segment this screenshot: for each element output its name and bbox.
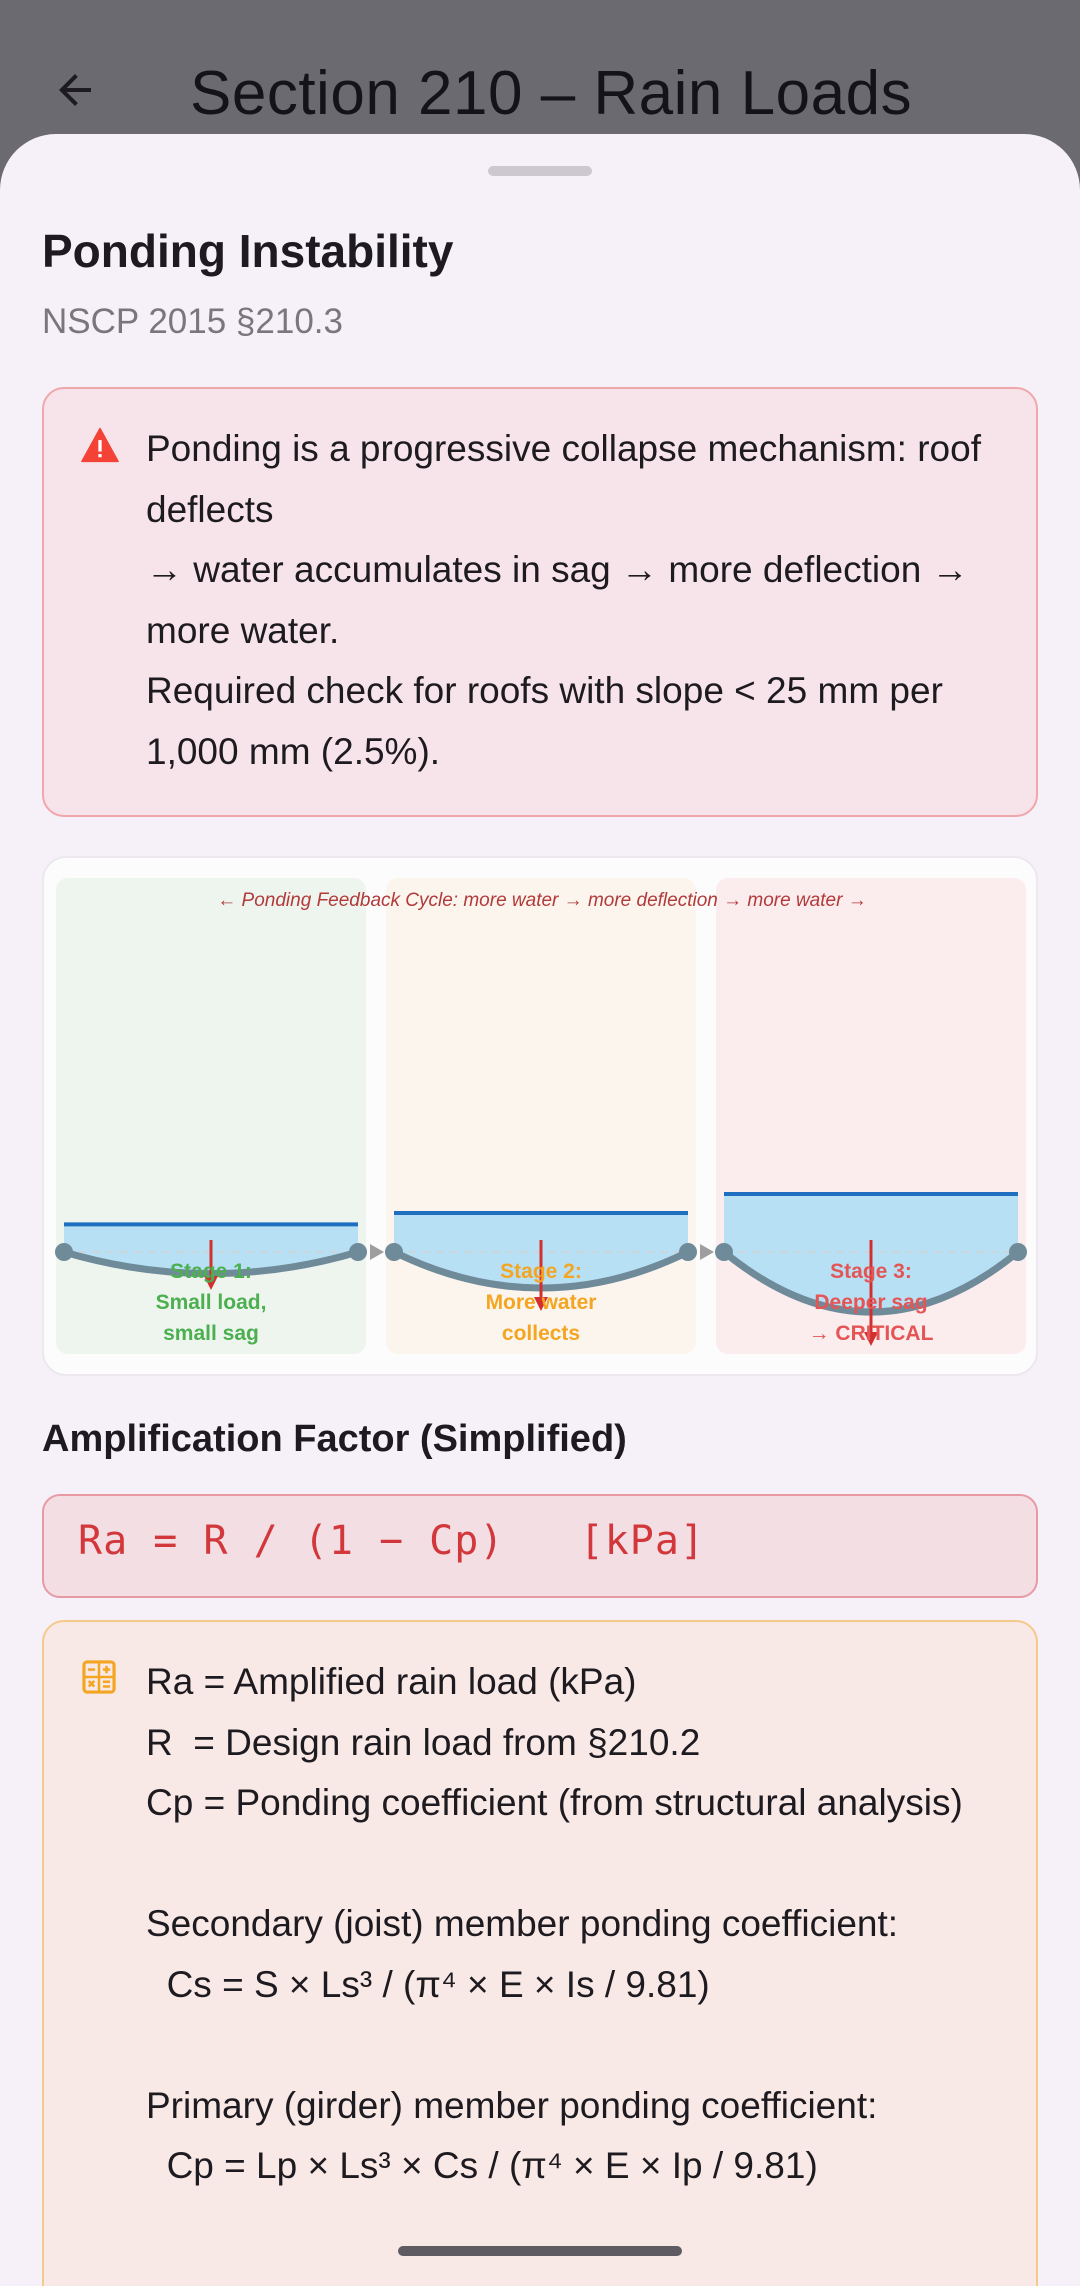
stage-label: Stage 3: <box>830 1260 912 1283</box>
stage-label: Stage 2: <box>500 1260 582 1283</box>
formula-text: Ra = R / (1 − Cp) [kPa] <box>78 1518 706 1564</box>
warning-triangle-icon <box>81 427 119 463</box>
warning-line: Ponding is a progressive collapse mechan… <box>146 428 981 530</box>
support-node <box>349 1243 367 1261</box>
support-node <box>679 1243 697 1261</box>
ponding-diagram: Stage 1: Small load, small sag Stage 2: More… <box>42 856 1038 1376</box>
warning-callout: Ponding is a progressive collapse mechan… <box>42 387 1038 817</box>
stage-label: → CRITICAL <box>809 1322 934 1345</box>
stage-label: Small load, <box>156 1291 267 1314</box>
page-title: Section 210 – Rain Loads <box>190 59 913 128</box>
stage-label: Stage 1: <box>170 1260 252 1283</box>
stage-label: Deeper sag <box>814 1291 927 1314</box>
stage-label: collects <box>502 1322 580 1345</box>
back-button[interactable] <box>40 55 110 125</box>
variables-text: Ra = Amplified rain load (kPa) R = Desig… <box>146 1661 963 2186</box>
stage-label: small sag <box>163 1322 259 1345</box>
home-indicator[interactable] <box>398 2246 682 2256</box>
support-node <box>1009 1243 1027 1261</box>
warning-text: Ponding is a progressive collapse mechan… <box>146 419 1016 782</box>
bottom-sheet[interactable]: Ponding Instability NSCP 2015 §210.3 Pon… <box>0 134 1080 2286</box>
diagram-caption: ← Ponding Feedback Cycle: more water → m… <box>217 890 866 911</box>
calculator-icon <box>82 1660 116 1694</box>
warning-line: → water accumulates in sag → more deflec… <box>146 549 969 651</box>
support-node <box>385 1243 403 1261</box>
arrow-back-icon <box>59 74 91 106</box>
cycle-arrow <box>700 1244 714 1260</box>
cycle-arrow <box>370 1244 384 1260</box>
ponding-cycle-diagram: Stage 1: Small load, small sag Stage 2: More… <box>55 878 1027 1354</box>
formula-box: Ra = R / (1 − Cp) [kPa] <box>42 1494 1038 1598</box>
amplification-heading: Amplification Factor (Simplified) <box>42 1418 627 1460</box>
sheet-title: Ponding Instability <box>42 225 454 277</box>
drag-handle[interactable] <box>488 166 592 176</box>
sheet-subtitle: NSCP 2015 §210.3 <box>42 302 343 341</box>
support-node <box>715 1243 733 1261</box>
stage-label: More water <box>486 1291 597 1314</box>
warning-line: Required check for roofs with slope < 25… <box>146 670 943 772</box>
variables-callout: Ra = Amplified rain load (kPa) R = Desig… <box>42 1620 1038 2286</box>
support-node <box>55 1243 73 1261</box>
